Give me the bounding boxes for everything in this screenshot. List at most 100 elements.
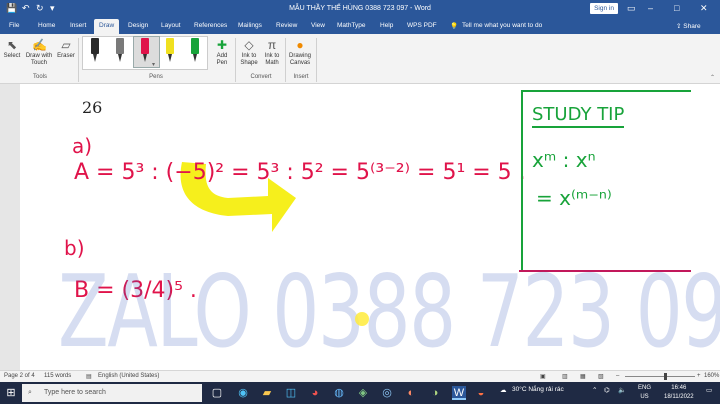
- highlighter-yellow[interactable]: [166, 38, 174, 64]
- app-icon[interactable]: ◒: [474, 386, 488, 400]
- store-icon[interactable]: ◫: [284, 386, 298, 400]
- tab-wps-pdf[interactable]: WPS PDF: [407, 22, 437, 29]
- file-explorer-icon[interactable]: ▰: [260, 386, 274, 400]
- print-layout-icon[interactable]: ▦: [580, 373, 586, 380]
- tab-draw[interactable]: Draw: [94, 19, 120, 34]
- ink-to-math-button[interactable]: π Ink to Math: [261, 38, 283, 67]
- app-icon[interactable]: ◈: [356, 386, 370, 400]
- tab-design[interactable]: Design: [128, 22, 148, 29]
- tab-references[interactable]: References: [194, 22, 227, 29]
- eraser-button[interactable]: ▱ Eraser: [55, 38, 77, 60]
- taskbar: ⊞ ⌕ Type here to search ▢ ◉ ▰ ◫ ◕ ◍ ◈ ◎ …: [0, 382, 720, 404]
- plus-icon: ✚: [216, 38, 228, 52]
- select-button[interactable]: ⬉ Select: [3, 38, 21, 60]
- part-a-label: a): [72, 134, 93, 158]
- drawing-canvas-label: Drawing Canvas: [288, 53, 311, 66]
- watermark: ZALO 0388 723 091: [58, 253, 720, 370]
- tab-mathtype[interactable]: MathType: [337, 22, 366, 29]
- divider: [285, 38, 286, 82]
- add-pen-button[interactable]: ✚ Add Pen: [212, 38, 232, 67]
- pi-icon: π: [267, 38, 277, 52]
- eraser-icon: ▱: [61, 38, 71, 52]
- clock[interactable]: 16:46 18/11/2022: [664, 384, 694, 402]
- task-view-icon[interactable]: ▢: [210, 386, 224, 400]
- clock-date: 18/11/2022: [664, 394, 694, 400]
- ribbon-display-icon[interactable]: ▭: [627, 3, 636, 14]
- word-icon[interactable]: W: [452, 386, 466, 400]
- pen-black[interactable]: [91, 38, 99, 64]
- tell-me-search[interactable]: Tell me what you want to do: [462, 22, 542, 29]
- tab-layout[interactable]: Layout: [161, 22, 181, 29]
- clock-time: 16:46: [671, 385, 687, 391]
- page-indicator[interactable]: Page 2 of 4: [4, 373, 35, 379]
- search-placeholder: Type here to search: [44, 389, 106, 396]
- proofing-icon[interactable]: ▤: [86, 373, 92, 380]
- weather-icon[interactable]: ☁: [500, 386, 507, 394]
- minimize-icon[interactable]: –: [648, 3, 653, 14]
- divider: [78, 38, 79, 82]
- ink-to-math-label: Ink to Math: [264, 53, 280, 66]
- drawing-canvas-button[interactable]: ● Drawing Canvas: [287, 38, 313, 67]
- language-indicator[interactable]: English (United States): [98, 373, 159, 379]
- pencil-gray[interactable]: [116, 38, 124, 64]
- read-mode-icon[interactable]: ▥: [562, 373, 568, 380]
- weather-status[interactable]: 30°C Nắng rải rác: [512, 386, 564, 393]
- collapse-ribbon-icon[interactable]: ⌃: [710, 74, 715, 81]
- add-pen-label: Add Pen: [216, 53, 228, 66]
- edge-browser-icon[interactable]: ◉: [236, 386, 250, 400]
- app-icon[interactable]: ◐: [404, 386, 418, 400]
- zoom-in-icon[interactable]: +: [697, 373, 701, 379]
- eraser-label: Eraser: [57, 53, 75, 59]
- tab-mailings[interactable]: Mailings: [238, 22, 262, 29]
- sign-in-button[interactable]: Sign in: [590, 3, 618, 14]
- exercise-number: 26: [82, 98, 103, 117]
- app-icon[interactable]: ◑: [428, 386, 442, 400]
- word-count[interactable]: 115 words: [44, 373, 71, 379]
- touch-draw-icon: ✍: [32, 38, 47, 52]
- notifications-icon[interactable]: ▭: [706, 386, 712, 394]
- study-tip-result: = x⁽ᵐ⁻ⁿ⁾: [536, 186, 612, 210]
- draw-with-touch-button[interactable]: ✍ Draw with Touch: [24, 38, 54, 67]
- chevron-down-icon[interactable]: ▾: [152, 61, 155, 68]
- zoom-level[interactable]: 160%: [704, 373, 719, 379]
- tab-home[interactable]: Home: [38, 22, 55, 29]
- tab-help[interactable]: Help: [380, 22, 393, 29]
- status-bar: Page 2 of 4 115 words ▤ English (United …: [0, 370, 720, 382]
- input-language-code: ENG: [638, 385, 652, 391]
- maximize-icon[interactable]: □: [674, 3, 679, 14]
- tray-chevron-icon[interactable]: ⌃: [592, 386, 597, 394]
- focus-icon[interactable]: ▣: [540, 373, 546, 380]
- tab-review[interactable]: Review: [276, 22, 297, 29]
- share-button[interactable]: ⇪ Share: [676, 22, 701, 30]
- input-language[interactable]: ENG US: [638, 384, 651, 402]
- tab-view[interactable]: View: [311, 22, 325, 29]
- taskbar-search[interactable]: ⌕ Type here to search: [22, 384, 202, 402]
- chrome-icon[interactable]: ◕: [308, 386, 322, 400]
- divider: [235, 38, 236, 82]
- tab-insert[interactable]: Insert: [70, 22, 86, 29]
- group-insert-label: Insert: [293, 74, 309, 80]
- volume-icon[interactable]: 🔈: [618, 386, 626, 394]
- windows-start-icon[interactable]: ⊞: [4, 386, 18, 400]
- app-icon[interactable]: ◎: [380, 386, 394, 400]
- tab-file[interactable]: File: [9, 22, 19, 29]
- ink-to-shape-label: Ink to Shape: [240, 53, 258, 66]
- pen-pink[interactable]: [141, 38, 149, 64]
- divider: [316, 38, 317, 82]
- ribbon-tabs: File Home Insert Draw Design Layout Refe…: [0, 18, 720, 34]
- share-label: Share: [683, 23, 701, 30]
- zoom-slider[interactable]: [625, 376, 695, 377]
- close-icon[interactable]: ✕: [700, 3, 708, 14]
- zalo-icon[interactable]: ◍: [332, 386, 346, 400]
- select-label: Select: [3, 53, 21, 59]
- web-layout-icon[interactable]: ▧: [598, 373, 604, 380]
- lightbulb-icon: 💡: [450, 23, 459, 30]
- zoom-slider-handle[interactable]: [664, 373, 667, 380]
- shapes-icon: ◇: [244, 38, 254, 52]
- pen-green[interactable]: [191, 38, 199, 64]
- ink-to-shape-button[interactable]: ◇ Ink to Shape: [238, 38, 260, 67]
- group-tools-label: Tools: [32, 74, 47, 80]
- search-icon: ⌕: [28, 389, 32, 396]
- zoom-out-icon[interactable]: –: [616, 373, 619, 379]
- network-icon[interactable]: ⌬: [604, 386, 610, 394]
